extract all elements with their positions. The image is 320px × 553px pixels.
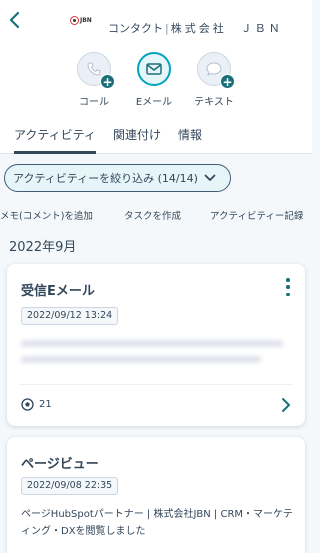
- add-text-plus-icon: +: [220, 74, 235, 89]
- create-task-button[interactable]: タスクを作成: [124, 208, 181, 222]
- record-title: コンタクト | 株式会社 ＪＢＮ: [108, 20, 283, 36]
- activity-filter-dropdown[interactable]: アクティビティーを絞り込み (14/14): [4, 164, 231, 192]
- activity-count: 21: [21, 398, 52, 411]
- phone-icon: [87, 62, 101, 76]
- activity-card-pageview[interactable]: ページビュー 2022/09/08 22:35 ページHubSpotパートナー …: [7, 437, 305, 553]
- back-button[interactable]: [4, 8, 24, 32]
- tab-info[interactable]: 情報: [178, 126, 202, 143]
- chat-icon: [206, 62, 222, 76]
- mail-icon: [146, 63, 162, 75]
- top-bar: JBN コンタクト | 株式会社 ＪＢＮ: [0, 0, 312, 42]
- call-action-circle: +: [77, 52, 115, 89]
- object-type-label: コンタクト: [108, 22, 163, 35]
- month-header: 2022年9月: [9, 240, 77, 255]
- logo-text: JBN: [80, 16, 92, 24]
- email-action-circle: [137, 52, 171, 86]
- tab-activity[interactable]: アクティビティ: [14, 126, 96, 154]
- activity-description: ページHubSpotパートナー | 株式会社JBN | CRM・マーケティング・…: [21, 509, 293, 537]
- email-action-label: Eメール: [135, 97, 173, 108]
- title-separator: |: [165, 22, 169, 35]
- activity-filter-label: アクティビティーを絞り込み (14/14): [13, 172, 198, 185]
- activity-card-email[interactable]: 受信Eメール 2022/09/12 13:24 21: [7, 264, 305, 426]
- chevron-right-icon[interactable]: [281, 397, 291, 417]
- text-action-button[interactable]: + テキスト: [184, 52, 244, 114]
- activity-card-title: 受信Eメール: [21, 284, 95, 299]
- logo-mark-icon: [70, 15, 79, 25]
- tab-associations[interactable]: 関連付け: [113, 126, 161, 143]
- add-call-plus-icon: +: [100, 74, 115, 89]
- text-action-label: テキスト: [194, 97, 234, 108]
- quick-contact-actions: + コール Eメール + テキスト: [0, 42, 312, 120]
- activity-card-title: ページビュー: [21, 457, 99, 472]
- blurred-email-preview-line: [21, 356, 261, 363]
- call-action-label: コール: [79, 97, 109, 108]
- call-action-button[interactable]: + コール: [64, 52, 124, 114]
- soccer-ball-icon: [21, 398, 34, 411]
- record-tabs: アクティビティ 関連付け 情報: [0, 120, 312, 154]
- log-activity-button[interactable]: アクティビティー記録: [210, 208, 303, 222]
- more-options-icon[interactable]: [283, 278, 293, 296]
- activity-count-value: 21: [39, 399, 52, 410]
- chevron-left-icon: [9, 11, 20, 29]
- add-note-button[interactable]: メモ(コメント)を追加: [0, 208, 93, 222]
- company-name: 株式会社 ＪＢＮ: [170, 22, 283, 35]
- text-action-circle: +: [197, 52, 235, 89]
- activity-date-badge: 2022/09/12 13:24: [21, 307, 119, 325]
- email-action-button[interactable]: Eメール: [124, 52, 184, 114]
- activity-date-badge: 2022/09/08 22:35: [21, 477, 119, 495]
- chevron-down-icon: [204, 174, 216, 182]
- card-divider: [19, 384, 293, 385]
- company-logo: JBN: [70, 12, 94, 28]
- blurred-email-preview-line: [21, 340, 283, 347]
